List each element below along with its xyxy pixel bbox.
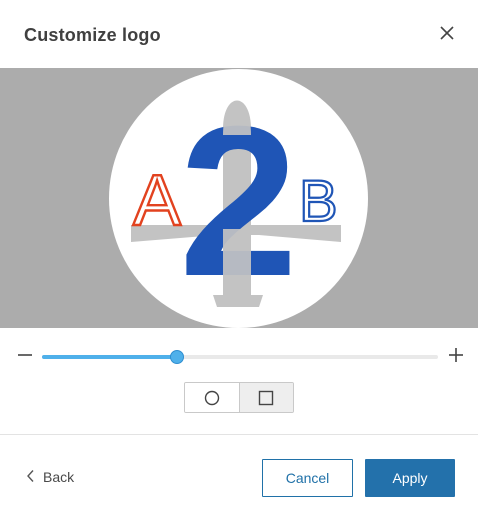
close-icon	[440, 26, 454, 40]
zoom-control	[0, 340, 478, 374]
zoom-in-button[interactable]	[447, 346, 465, 364]
zoom-out-button[interactable]	[16, 346, 34, 364]
zoom-slider[interactable]	[42, 350, 438, 364]
logo-letter-a: A	[133, 161, 181, 241]
logo-letter-b: B	[299, 169, 338, 234]
minus-icon	[18, 354, 32, 356]
dialog-header: Customize logo	[0, 0, 478, 68]
back-label: Back	[43, 469, 75, 485]
shape-toggle	[184, 382, 294, 413]
square-shape-button[interactable]	[238, 383, 293, 412]
apply-button[interactable]: Apply	[365, 459, 455, 497]
zoom-slider-fill	[42, 355, 177, 359]
square-icon	[259, 390, 274, 405]
chevron-left-icon	[26, 469, 35, 486]
zoom-slider-thumb[interactable]	[169, 350, 184, 364]
logo-crop-circle[interactable]: A 2 B	[109, 69, 368, 328]
airplane-body-overlay	[223, 229, 251, 297]
cancel-button[interactable]: Cancel	[262, 459, 353, 497]
back-button[interactable]: Back	[26, 468, 74, 486]
dialog-title: Customize logo	[24, 25, 161, 45]
logo-image: A 2 B	[131, 82, 341, 321]
logo-preview-area[interactable]: A 2 B	[0, 68, 478, 328]
close-button[interactable]	[436, 22, 458, 44]
circle-icon	[204, 390, 219, 405]
plus-icon	[449, 348, 463, 362]
circle-shape-button[interactable]	[185, 383, 239, 412]
footer-divider	[0, 434, 478, 435]
